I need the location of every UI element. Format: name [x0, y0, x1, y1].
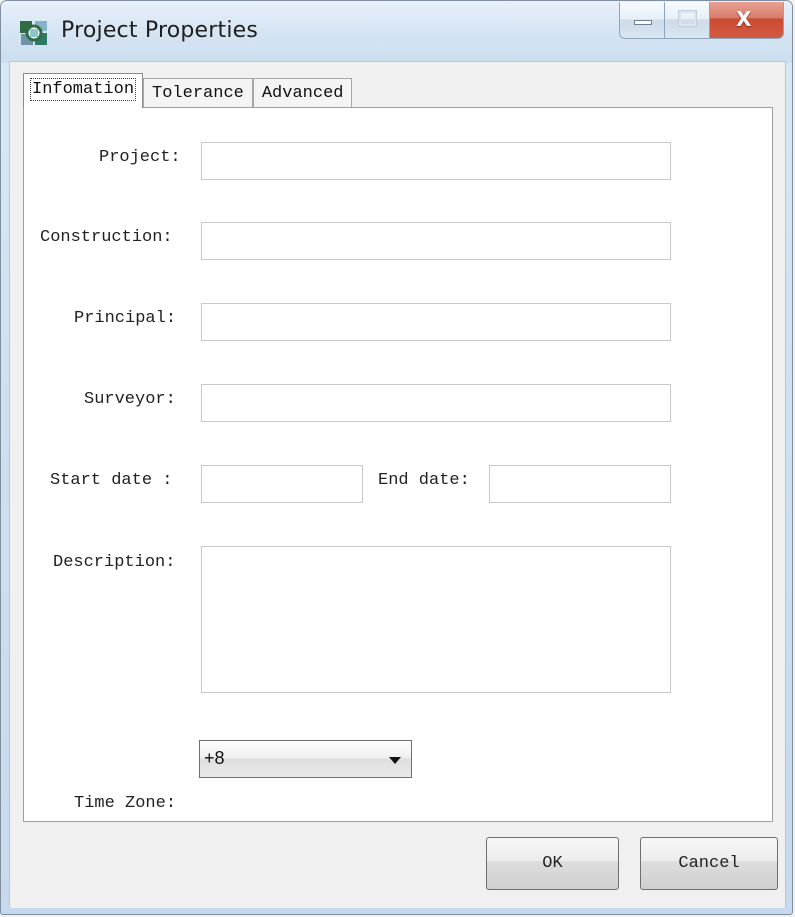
maximize-icon — [678, 10, 697, 27]
maximize-button[interactable] — [665, 2, 710, 38]
close-button[interactable]: X — [710, 2, 783, 38]
title-bar[interactable]: Project Properties X — [1, 1, 792, 63]
tab-tolerance[interactable]: Tolerance — [143, 78, 253, 108]
description-label: Description: — [53, 553, 176, 572]
surveyor-field[interactable] — [201, 384, 671, 422]
close-icon: X — [736, 7, 752, 31]
principal-field[interactable] — [201, 303, 671, 341]
construction-label: Construction: — [40, 228, 173, 247]
end-date-field[interactable] — [489, 465, 671, 503]
chevron-down-icon — [389, 757, 401, 764]
tab-advanced-label: Advanced — [261, 84, 344, 103]
dialog-footer: OK Cancel — [10, 822, 785, 908]
minimize-icon — [634, 20, 652, 25]
tab-advanced[interactable]: Advanced — [252, 78, 353, 108]
ok-button[interactable]: OK — [486, 837, 619, 890]
surveyor-label: Surveyor: — [84, 390, 176, 409]
time-zone-selected-value: +8 — [204, 748, 225, 768]
project-label: Project: — [99, 148, 181, 167]
start-date-label: Start date : — [50, 471, 173, 490]
time-zone-label: Time Zone: — [74, 794, 177, 813]
tab-tolerance-label: Tolerance — [152, 84, 244, 103]
construction-field[interactable] — [201, 222, 671, 260]
description-textarea[interactable] — [201, 546, 671, 693]
project-properties-window: Project Properties X Infomation Toleranc… — [0, 0, 793, 915]
tab-infomation-label: Infomation — [29, 78, 137, 101]
app-icon — [20, 21, 47, 45]
principal-label: Principal: — [74, 309, 177, 328]
window-controls: X — [619, 2, 784, 39]
information-tab-panel: Project: Construction: Principal: Survey… — [23, 107, 773, 822]
end-date-label: End date: — [378, 471, 470, 490]
cancel-button[interactable]: Cancel — [640, 837, 778, 890]
tab-infomation[interactable]: Infomation — [23, 73, 144, 108]
window-title: Project Properties — [61, 18, 259, 43]
time-zone-select[interactable]: +8 — [199, 740, 412, 778]
minimize-button[interactable] — [620, 2, 665, 38]
project-field[interactable] — [201, 142, 671, 180]
tab-strip: Infomation Tolerance Advanced — [23, 73, 353, 108]
start-date-field[interactable] — [201, 465, 363, 503]
dialog-content: Infomation Tolerance Advanced Project: C… — [9, 61, 786, 908]
